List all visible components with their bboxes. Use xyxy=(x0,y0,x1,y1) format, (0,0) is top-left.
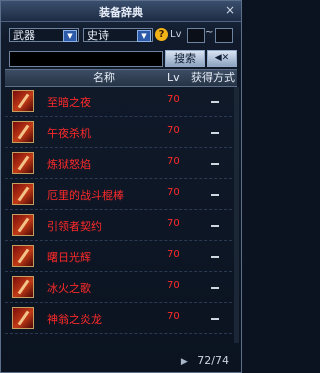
dash-icon xyxy=(211,318,219,320)
weapon-icon xyxy=(12,121,34,143)
rarity-value: 史诗 xyxy=(87,29,109,42)
weapon-icon xyxy=(12,245,34,267)
item-level: 70 xyxy=(167,280,180,291)
rarity-dropdown[interactable]: 史诗 ▼ xyxy=(83,28,153,42)
dash-icon xyxy=(211,287,219,289)
list-item[interactable]: 冰火之歌 70 xyxy=(5,273,237,303)
item-name: 曙日光辉 xyxy=(47,251,91,264)
dash-icon xyxy=(211,163,219,165)
range-separator: ~ xyxy=(205,27,214,38)
dash-icon xyxy=(211,101,219,103)
item-name: 炼狱怒焰 xyxy=(47,158,91,171)
dash-icon xyxy=(211,132,219,134)
pager-bar: ▶ 72/74 xyxy=(1,350,241,372)
list-item[interactable]: 曙日光辉 70 xyxy=(5,242,237,272)
weapon-icon xyxy=(12,183,34,205)
title-bar: 装备辞典 × xyxy=(1,1,241,22)
category-value: 武器 xyxy=(13,29,35,42)
item-name: 冰火之歌 xyxy=(47,282,91,295)
item-level: 70 xyxy=(167,249,180,260)
list-item[interactable]: 神翁之炎龙 70 xyxy=(5,304,237,334)
next-page-icon[interactable]: ▶ xyxy=(181,357,188,367)
dash-icon xyxy=(211,256,219,258)
window-title: 装备辞典 xyxy=(99,6,143,19)
item-name: 厄里的战斗棍棒 xyxy=(47,189,124,202)
chevron-down-icon: ▼ xyxy=(63,30,77,42)
column-name: 名称 xyxy=(93,71,115,84)
equipment-dictionary-window: 装备辞典 × 武器 ▼ 史诗 ▼ ? Lv ~ 搜索 ◀✕ 名称 Lv 获得方式… xyxy=(0,0,242,373)
weapon-icon xyxy=(12,214,34,236)
item-level: 70 xyxy=(167,156,180,167)
item-level: 70 xyxy=(167,218,180,229)
level-max-input[interactable] xyxy=(215,28,233,43)
dash-icon xyxy=(211,194,219,196)
close-button[interactable]: × xyxy=(225,3,235,17)
column-method: 获得方式 xyxy=(191,71,235,84)
lv-label: Lv xyxy=(170,29,182,40)
weapon-icon xyxy=(12,152,34,174)
scrollbar[interactable] xyxy=(234,87,239,343)
item-level: 70 xyxy=(167,125,180,136)
item-name: 神翁之炎龙 xyxy=(47,313,102,326)
search-button[interactable]: 搜索 xyxy=(165,50,205,67)
list-header: 名称 Lv 获得方式 xyxy=(5,69,237,87)
pager: ▶ 72/74 xyxy=(181,354,229,367)
search-input[interactable] xyxy=(9,51,163,67)
level-min-input[interactable] xyxy=(187,28,205,43)
list-item[interactable]: 午夜杀机 70 xyxy=(5,118,237,148)
page-indicator: 72/74 xyxy=(197,354,229,367)
dash-icon xyxy=(211,225,219,227)
chevron-down-icon: ▼ xyxy=(137,30,151,42)
list-item[interactable]: 至暗之夜 70 xyxy=(5,87,237,117)
weapon-icon xyxy=(12,276,34,298)
item-name: 引领者契约 xyxy=(47,220,102,233)
list-item[interactable]: 引领者契约 70 xyxy=(5,211,237,241)
list-item[interactable]: 炼狱怒焰 70 xyxy=(5,149,237,179)
item-level: 70 xyxy=(167,94,180,105)
weapon-icon xyxy=(12,307,34,329)
help-icon[interactable]: ? xyxy=(155,28,168,41)
weapon-icon xyxy=(12,90,34,112)
item-level: 70 xyxy=(167,311,180,322)
category-dropdown[interactable]: 武器 ▼ xyxy=(9,28,79,42)
item-name: 至暗之夜 xyxy=(47,96,91,109)
clear-button[interactable]: ◀✕ xyxy=(207,50,237,67)
item-level: 70 xyxy=(167,187,180,198)
list-item[interactable]: 厄里的战斗棍棒 70 xyxy=(5,180,237,210)
column-lv: Lv xyxy=(167,71,180,84)
item-name: 午夜杀机 xyxy=(47,127,91,140)
